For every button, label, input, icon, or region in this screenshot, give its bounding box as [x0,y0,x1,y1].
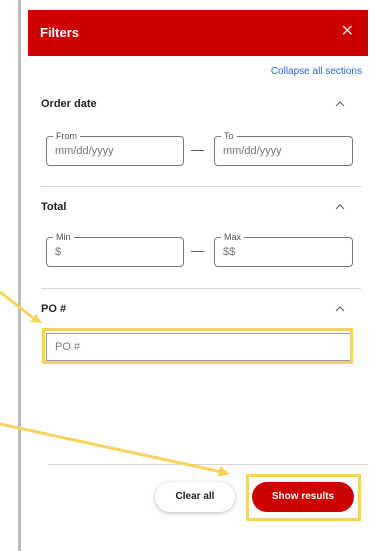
to-placeholder: mm/dd/yyyy [223,145,282,157]
filters-panel: Filters ✕ Collapse all sections Order da… [28,10,368,551]
section-title-total: Total [41,201,67,213]
order-date-from-field[interactable]: From mm/dd/yyyy [46,130,184,166]
order-date-to-field[interactable]: To mm/dd/yyyy [214,130,353,166]
top-strip [0,0,374,10]
chevron-up-icon[interactable] [334,303,346,315]
filters-body: Collapse all sections Order date From mm… [28,56,368,541]
chevron-up-icon[interactable] [334,98,346,110]
panel-title: Filters [40,25,80,40]
section-divider [41,288,361,289]
collapse-all-link[interactable]: Collapse all sections [271,66,362,77]
section-divider [41,186,361,187]
show-results-button[interactable]: Show results [252,482,354,512]
footer-divider [48,464,368,465]
filters-header: Filters ✕ [28,10,368,56]
max-label: Max [221,231,245,243]
total-max-field[interactable]: Max $$ [214,231,353,267]
from-placeholder: mm/dd/yyyy [55,145,114,157]
from-label: From [53,130,80,142]
section-title-po: PO # [41,303,67,315]
total-separator: — [191,243,204,258]
close-icon[interactable]: ✕ [341,21,354,41]
po-number-input[interactable]: PO # [46,333,351,361]
max-placeholder: $$ [223,246,236,258]
po-placeholder: PO # [55,341,81,353]
date-separator: — [191,142,204,157]
to-label: To [221,130,237,142]
page-edge [18,0,21,551]
min-label: Min [53,231,74,243]
clear-all-button[interactable]: Clear all [155,482,235,512]
section-title-order-date: Order date [41,98,97,110]
chevron-up-icon[interactable] [334,201,346,213]
total-min-field[interactable]: Min $ [46,231,184,267]
min-placeholder: $ [55,246,62,258]
